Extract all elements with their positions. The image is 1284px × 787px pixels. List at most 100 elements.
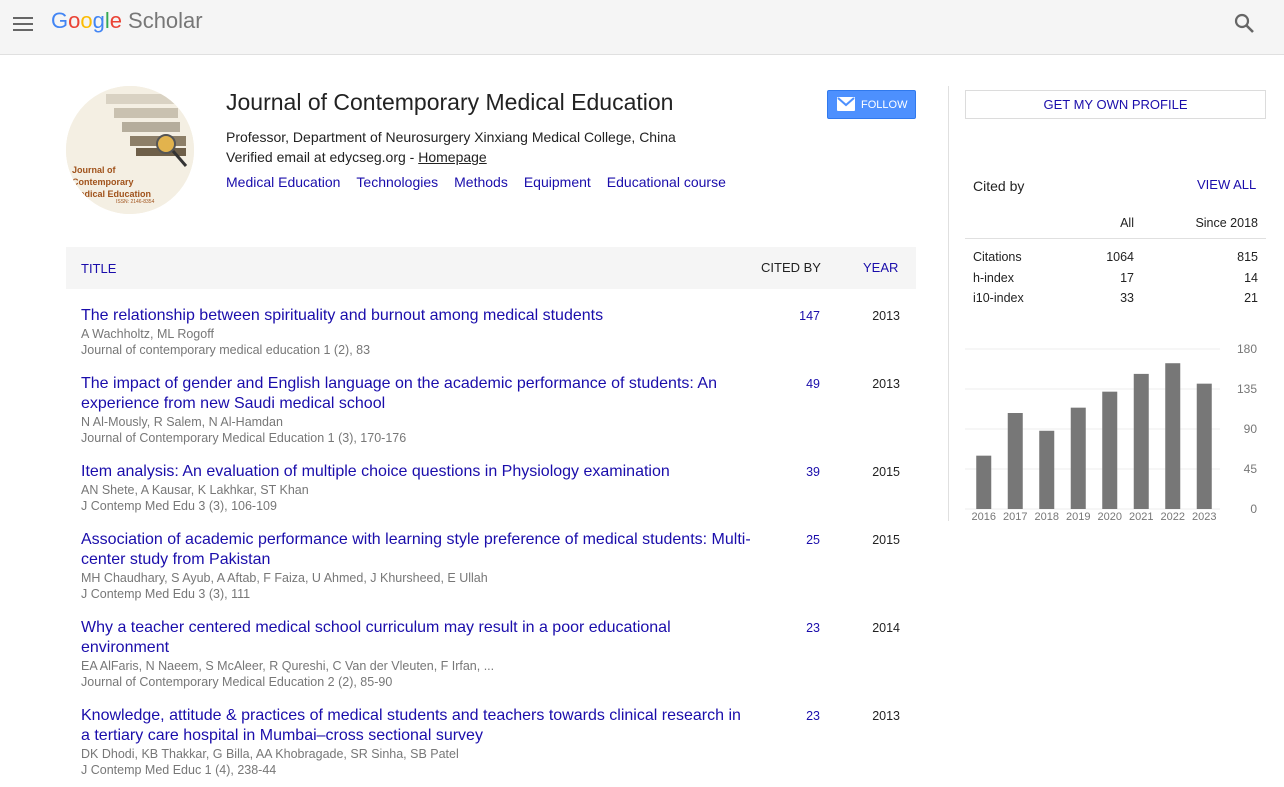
interest-link[interactable]: Medical Education	[226, 174, 340, 190]
article-year: 2014	[872, 621, 900, 635]
chart-x-tick-label: 2020	[1098, 511, 1122, 523]
article-title-link[interactable]: Why a teacher centered medical school cu…	[81, 618, 751, 658]
article-venue: J Contemp Med Educ 1 (4), 238-44	[81, 763, 277, 777]
chart-bar-2018[interactable]	[1039, 430, 1055, 509]
column-divider	[948, 86, 949, 521]
interest-link[interactable]: Methods	[454, 174, 508, 190]
article-title-link[interactable]: The impact of gender and English languag…	[81, 374, 751, 414]
article-year: 2013	[872, 377, 900, 391]
menu-icon[interactable]	[12, 13, 34, 35]
chart-bar-2023[interactable]	[1196, 383, 1212, 509]
interest-link[interactable]: Equipment	[524, 174, 591, 190]
stats-row: Citations 1064 815	[965, 247, 1266, 268]
logo-letter: o	[80, 8, 93, 33]
cited-count-link[interactable]: 39	[781, 465, 820, 479]
article-venue: J Contemp Med Edu 3 (3), 106-109	[81, 499, 277, 513]
view-all-link[interactable]: VIEW ALL	[1197, 177, 1256, 192]
get-my-own-profile-button[interactable]: GET MY OWN PROFILE	[965, 90, 1266, 119]
sort-by-title[interactable]: TITLE	[81, 261, 116, 276]
cited-count-link[interactable]: 147	[781, 309, 820, 323]
article-year: 2013	[872, 309, 900, 323]
cited-by-header: CITED BY	[761, 260, 821, 275]
follow-label: FOLLOW	[861, 99, 908, 111]
article-authors: AN Shete, A Kausar, K Lakhkar, ST Khan	[81, 483, 309, 497]
interests-list: Medical Education Technologies Methods Equi…	[226, 174, 742, 190]
article-title-link[interactable]: Association of academic performance with…	[81, 530, 751, 570]
chart-x-tick-label: 2018	[1035, 511, 1059, 523]
homepage-link[interactable]: Homepage	[418, 149, 487, 165]
profile-affiliation: Professor, Department of Neurosurgery Xi…	[226, 129, 676, 145]
article-authors: MH Chaudhary, S Ayub, A Aftab, F Faiza, …	[81, 571, 488, 585]
citations-per-year-chart: 180 135 90 45 0 2016 2017 2018 2019 2020 2021 2022 2…	[965, 342, 1258, 523]
chart-x-tick-label: 2016	[972, 511, 996, 523]
chart-y-tick-label: 90	[1244, 422, 1258, 436]
chart-bar-2019[interactable]	[1070, 407, 1086, 509]
cited-count-link[interactable]: 23	[781, 709, 820, 723]
article-row: Knowledge, attitude & practices of medic…	[81, 706, 916, 778]
chart-bar-2017[interactable]	[1007, 413, 1023, 509]
avatar-caption-line: Contemporary	[72, 177, 134, 187]
stats-row: i10-index 33 21	[965, 288, 1266, 309]
interest-link[interactable]: Educational course	[607, 174, 726, 190]
sort-by-year[interactable]: YEAR	[863, 260, 898, 275]
logo-letter: G	[51, 8, 69, 33]
avatar-caption-line: Journal of	[72, 165, 116, 175]
articles-table-header: TITLE CITED BY YEAR	[66, 247, 916, 289]
profile-avatar[interactable]: Journal of Contemporary Medical Educatio…	[66, 86, 194, 214]
stats-header: All Since 2018	[965, 208, 1266, 239]
logo-letter: e	[109, 8, 123, 33]
article-authors: DK Dhodi, KB Thakkar, G Billa, AA Khobra…	[81, 747, 459, 761]
avatar-caption: Journal of Contemporary Medical Educatio…	[72, 164, 151, 200]
article-row: Item analysis: An evaluation of multiple…	[81, 462, 916, 514]
chart-y-tick-label: 135	[1237, 382, 1257, 396]
verified-email: Verified email at edycseg.org - Homepage	[226, 149, 487, 165]
stats-row: h-index 17 14	[965, 268, 1266, 289]
article-row: The relationship between spirituality an…	[81, 306, 916, 358]
article-row: The impact of gender and English languag…	[81, 374, 916, 446]
article-venue: Journal of contemporary medical educatio…	[81, 343, 371, 357]
logo-suffix: Scholar	[128, 8, 203, 33]
chart-y-tick-label: 45	[1244, 462, 1258, 476]
top-bar: Google Scholar	[0, 0, 1284, 55]
stats-value-since: 815	[1237, 250, 1258, 264]
chart-bar-2020[interactable]	[1102, 391, 1118, 509]
chart-x-tick-label: 2019	[1066, 511, 1090, 523]
article-year: 2015	[872, 533, 900, 547]
stats-label[interactable]: h-index	[973, 271, 1014, 285]
stats-value-all: 17	[1120, 270, 1134, 285]
chart-bar-2022[interactable]	[1165, 363, 1181, 509]
article-year: 2013	[872, 709, 900, 723]
search-icon[interactable]	[1233, 12, 1255, 34]
article-authors: EA AlFaris, N Naeem, S McAleer, R Quresh…	[81, 659, 495, 673]
chart-x-tick-label: 2017	[1003, 511, 1027, 523]
article-row: Why a teacher centered medical school cu…	[81, 618, 916, 690]
chart-y-tick-label: 0	[1250, 502, 1257, 516]
logo-letter: o	[68, 8, 81, 33]
chart-y-tick-label: 180	[1237, 342, 1257, 356]
cited-count-link[interactable]: 25	[781, 533, 820, 547]
stats-col-since: Since 2018	[1195, 216, 1258, 230]
stats-label[interactable]: i10-index	[973, 291, 1024, 305]
article-year: 2015	[872, 465, 900, 479]
chart-bar-2021[interactable]	[1133, 373, 1149, 509]
logo-letter: g	[92, 8, 105, 33]
stats-label[interactable]: Citations	[973, 250, 1022, 264]
cited-count-link[interactable]: 23	[781, 621, 820, 635]
avatar-issn: ISSN: 2146-8354	[116, 199, 155, 205]
google-scholar-logo[interactable]: Google Scholar	[51, 8, 203, 34]
mail-icon	[837, 97, 855, 111]
stats-value-all: 1064	[1106, 250, 1134, 264]
follow-button[interactable]: FOLLOW	[827, 90, 916, 119]
cited-by-heading: Cited by	[973, 178, 1025, 194]
article-authors: A Wachholtz, ML Rogoff	[81, 327, 214, 341]
article-row: Association of academic performance with…	[81, 530, 916, 602]
interest-link[interactable]: Technologies	[356, 174, 438, 190]
article-title-link[interactable]: The relationship between spirituality an…	[81, 306, 751, 326]
chart-x-tick-label: 2021	[1129, 511, 1153, 523]
article-title-link[interactable]: Item analysis: An evaluation of multiple…	[81, 462, 751, 482]
profile-name: Journal of Contemporary Medical Educatio…	[226, 89, 674, 115]
chart-x-tick-label: 2022	[1161, 511, 1185, 523]
chart-bar-2016[interactable]	[976, 455, 992, 509]
article-title-link[interactable]: Knowledge, attitude & practices of medic…	[81, 706, 751, 746]
cited-count-link[interactable]: 49	[781, 377, 820, 391]
